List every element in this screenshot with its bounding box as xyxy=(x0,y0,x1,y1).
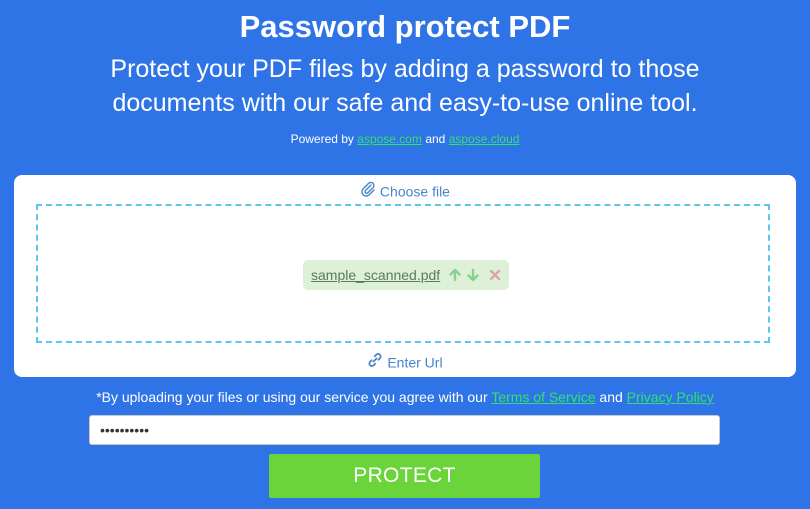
powered-by: Powered by aspose.com and aspose.cloud xyxy=(0,131,810,147)
link-icon xyxy=(367,353,387,371)
subtitle-line-2: documents with our safe and easy-to-use … xyxy=(112,89,698,117)
terms-notice: *By uploading your files or using our se… xyxy=(0,388,810,406)
terms-and: and xyxy=(599,389,623,405)
privacy-policy-link[interactable]: Privacy Policy xyxy=(627,389,714,405)
terms-prefix: *By uploading your files or using our se… xyxy=(96,389,488,405)
powered-and: and xyxy=(425,132,446,146)
aspose-cloud-link[interactable]: aspose.cloud xyxy=(449,132,520,146)
choose-file-button[interactable]: Choose file xyxy=(14,181,796,201)
password-field[interactable] xyxy=(89,415,720,445)
protect-button[interactable]: PROTECT xyxy=(269,454,540,498)
aspose-com-link[interactable]: aspose.com xyxy=(357,132,422,146)
powered-prefix: Powered by xyxy=(290,132,354,146)
terms-of-service-link[interactable]: Terms of Service xyxy=(491,389,595,405)
uploaded-file-name[interactable]: sample_scanned.pdf xyxy=(311,267,440,283)
uploaded-file-chip: sample_scanned.pdf xyxy=(303,260,509,290)
choose-file-label: Choose file xyxy=(379,183,450,200)
subtitle-line-1: Protect your PDF files by adding a passw… xyxy=(110,55,700,83)
paperclip-icon xyxy=(360,182,380,200)
page-title: Password protect PDF xyxy=(239,9,571,44)
arrow-down-icon[interactable] xyxy=(466,268,480,282)
arrow-up-icon[interactable] xyxy=(448,268,462,282)
upload-card: Choose file sample_scanned.pdf Enter Url xyxy=(14,175,796,377)
enter-url-button[interactable]: Enter Url xyxy=(14,352,796,372)
enter-url-label: Enter Url xyxy=(387,354,443,371)
page-subtitle: Protect your PDF files by adding a passw… xyxy=(0,52,810,120)
remove-icon[interactable] xyxy=(488,268,502,282)
dropzone[interactable]: sample_scanned.pdf xyxy=(36,204,770,343)
